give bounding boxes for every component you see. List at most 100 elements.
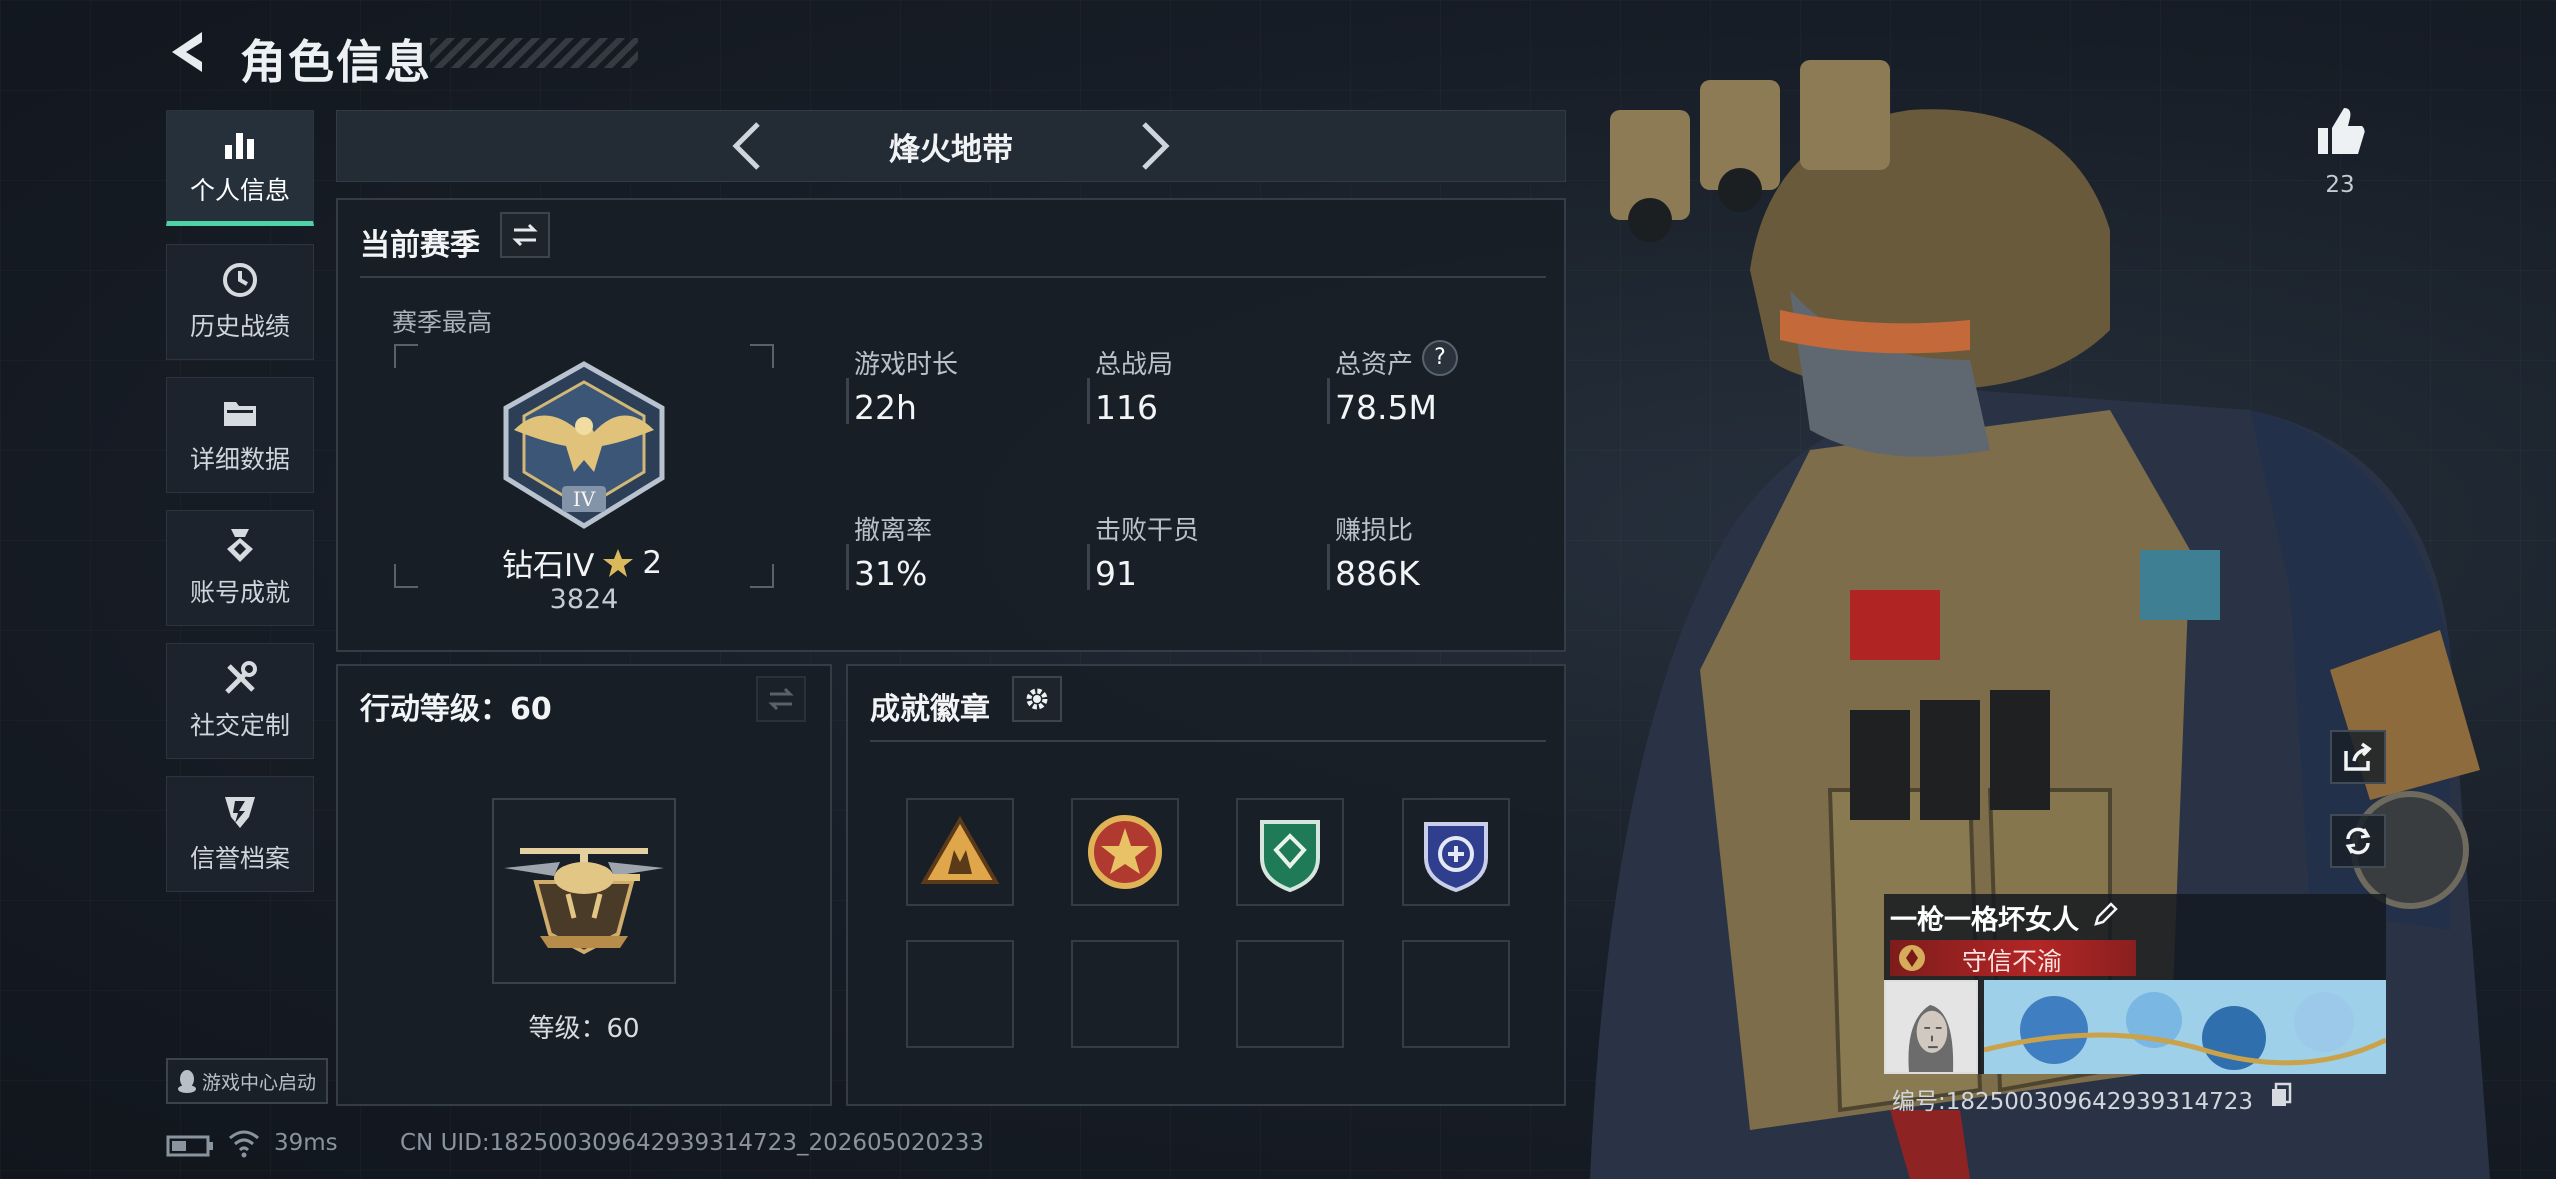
achievement-badge-slot[interactable] bbox=[1071, 798, 1179, 906]
soldiers-triangle-badge-icon bbox=[920, 816, 1000, 884]
season-title: 当前赛季 bbox=[360, 228, 480, 263]
medal-icon bbox=[227, 529, 253, 562]
thumbs-up-icon[interactable] bbox=[2314, 104, 2366, 158]
sidebar-item-label: 账号成就 bbox=[189, 578, 290, 607]
rotate-button[interactable] bbox=[2330, 814, 2386, 868]
stat-value: 31% bbox=[854, 554, 928, 593]
share-icon bbox=[2344, 742, 2372, 771]
stat-label: 撤离率 bbox=[854, 516, 933, 546]
sidebar-item-social[interactable]: 社交定制 bbox=[166, 643, 314, 759]
stat-label: 游戏时长 bbox=[854, 350, 959, 380]
star-icon bbox=[603, 548, 634, 577]
divider bbox=[870, 740, 1546, 742]
sidebar-item-personal-info[interactable]: 个人信息 bbox=[166, 110, 314, 226]
stat-divider bbox=[846, 378, 849, 424]
achievements-title: 成就徽章 bbox=[870, 692, 990, 727]
uid-text: CN UID:182500309642939314723_20260502023… bbox=[400, 1130, 985, 1156]
green-shield-badge-icon bbox=[1260, 820, 1320, 893]
stat-label: 总战局 bbox=[1095, 350, 1174, 380]
swap-icon bbox=[768, 687, 794, 711]
frame-corner bbox=[394, 564, 418, 588]
sidebar-item-detailed-data[interactable]: 详细数据 bbox=[166, 377, 314, 493]
gear-icon bbox=[1026, 688, 1048, 710]
next-mode-icon[interactable] bbox=[1138, 120, 1172, 172]
divider bbox=[360, 276, 1546, 278]
frame-corner bbox=[394, 344, 418, 368]
sidebar-item-history[interactable]: 历史战绩 bbox=[166, 244, 314, 360]
player-name: 一枪一格坏女人 bbox=[1890, 905, 2079, 936]
wifi-icon bbox=[229, 1130, 259, 1158]
player-avatar[interactable] bbox=[1884, 980, 1978, 1074]
share-button[interactable] bbox=[2330, 730, 2386, 784]
penguin-icon bbox=[178, 1070, 196, 1093]
action-level-label: 等级：60 bbox=[528, 1014, 640, 1044]
sidebar-item-label: 信誉档案 bbox=[189, 844, 290, 873]
empty-badge-slot[interactable] bbox=[1071, 940, 1179, 1048]
season-peak-label: 赛季最高 bbox=[392, 308, 493, 337]
sidebar-item-label: 社交定制 bbox=[189, 711, 290, 740]
page-title: 角色信息 bbox=[240, 35, 432, 89]
player-banner bbox=[1984, 980, 2386, 1074]
sidebar-item-label: 历史战绩 bbox=[189, 312, 290, 341]
previous-mode-icon[interactable] bbox=[730, 120, 764, 172]
stat-value: 886K bbox=[1335, 554, 1420, 593]
help-icon[interactable]: ? bbox=[1422, 340, 1458, 376]
stat-divider bbox=[846, 544, 849, 590]
swap-icon bbox=[512, 223, 538, 247]
bar-chart-icon bbox=[225, 133, 254, 159]
achievements-settings-button[interactable] bbox=[1012, 676, 1062, 722]
rank-name: 钻石IV bbox=[502, 548, 595, 584]
sidebar-item-label: 详细数据 bbox=[189, 445, 290, 474]
action-level-switch-button[interactable] bbox=[756, 676, 806, 722]
back-arrow-icon[interactable] bbox=[166, 28, 210, 76]
folder-icon bbox=[224, 402, 256, 426]
like-count: 23 bbox=[2325, 172, 2355, 198]
diamond-rank-emblem: IV bbox=[503, 361, 665, 529]
stat-value: 22h bbox=[854, 388, 917, 427]
edit-name-icon[interactable] bbox=[2092, 900, 2120, 928]
battery-icon bbox=[166, 1135, 213, 1157]
mode-title: 烽火地带 bbox=[889, 132, 1013, 168]
frame-corner bbox=[750, 344, 774, 368]
stat-label: 击败干员 bbox=[1095, 516, 1200, 546]
empty-badge-slot[interactable] bbox=[1236, 940, 1344, 1048]
achievement-badge-slot[interactable] bbox=[906, 798, 1014, 906]
season-switch-button[interactable] bbox=[500, 212, 550, 258]
stat-label: 赚损比 bbox=[1335, 516, 1414, 546]
stat-divider bbox=[1087, 378, 1090, 424]
helicopter-level-badge bbox=[504, 848, 664, 955]
rank-stars: 2 bbox=[642, 544, 663, 581]
shield-icon bbox=[225, 797, 255, 828]
achievement-badge-slot[interactable] bbox=[1236, 798, 1344, 906]
honor-title: 守信不渝 bbox=[1962, 947, 2063, 976]
stat-divider bbox=[1327, 378, 1330, 424]
rank-score: 3824 bbox=[549, 584, 619, 615]
empty-badge-slot[interactable] bbox=[1402, 940, 1510, 1048]
rank-info: 钻石IV 2 bbox=[502, 540, 662, 585]
stat-value: 91 bbox=[1095, 554, 1137, 593]
copy-icon[interactable] bbox=[2270, 1082, 2292, 1108]
player-id: 编号:1825003096429393147​23 bbox=[1892, 1089, 2254, 1115]
game-center-launch-label: 游戏中心启动 bbox=[202, 1072, 317, 1094]
action-level-title: 行动等级：60 bbox=[360, 692, 552, 727]
stat-label: 总资产 bbox=[1335, 350, 1414, 380]
title-decoration bbox=[430, 38, 638, 68]
achievement-badge-slot[interactable] bbox=[1402, 798, 1510, 906]
frame-corner bbox=[750, 564, 774, 588]
svg-text:IV: IV bbox=[573, 487, 596, 511]
stat-value: 78.5M bbox=[1335, 388, 1437, 427]
tools-icon bbox=[225, 661, 257, 694]
honor-emblem-icon bbox=[1899, 945, 1925, 971]
stat-divider bbox=[1087, 544, 1090, 590]
empty-badge-slot[interactable] bbox=[906, 940, 1014, 1048]
sidebar-item-achievements[interactable]: 账号成就 bbox=[166, 510, 314, 626]
blue-shield-badge-icon bbox=[1424, 822, 1488, 893]
clock-icon bbox=[223, 263, 257, 297]
sidebar-item-credit[interactable]: 信誉档案 bbox=[166, 776, 314, 892]
refresh-icon bbox=[2345, 827, 2371, 855]
star-medal-badge-icon bbox=[1088, 815, 1162, 889]
sidebar-item-label: 个人信息 bbox=[189, 176, 290, 205]
stat-divider bbox=[1327, 544, 1330, 590]
network-ping: 39ms bbox=[274, 1130, 338, 1156]
stat-value: 116 bbox=[1095, 388, 1158, 427]
